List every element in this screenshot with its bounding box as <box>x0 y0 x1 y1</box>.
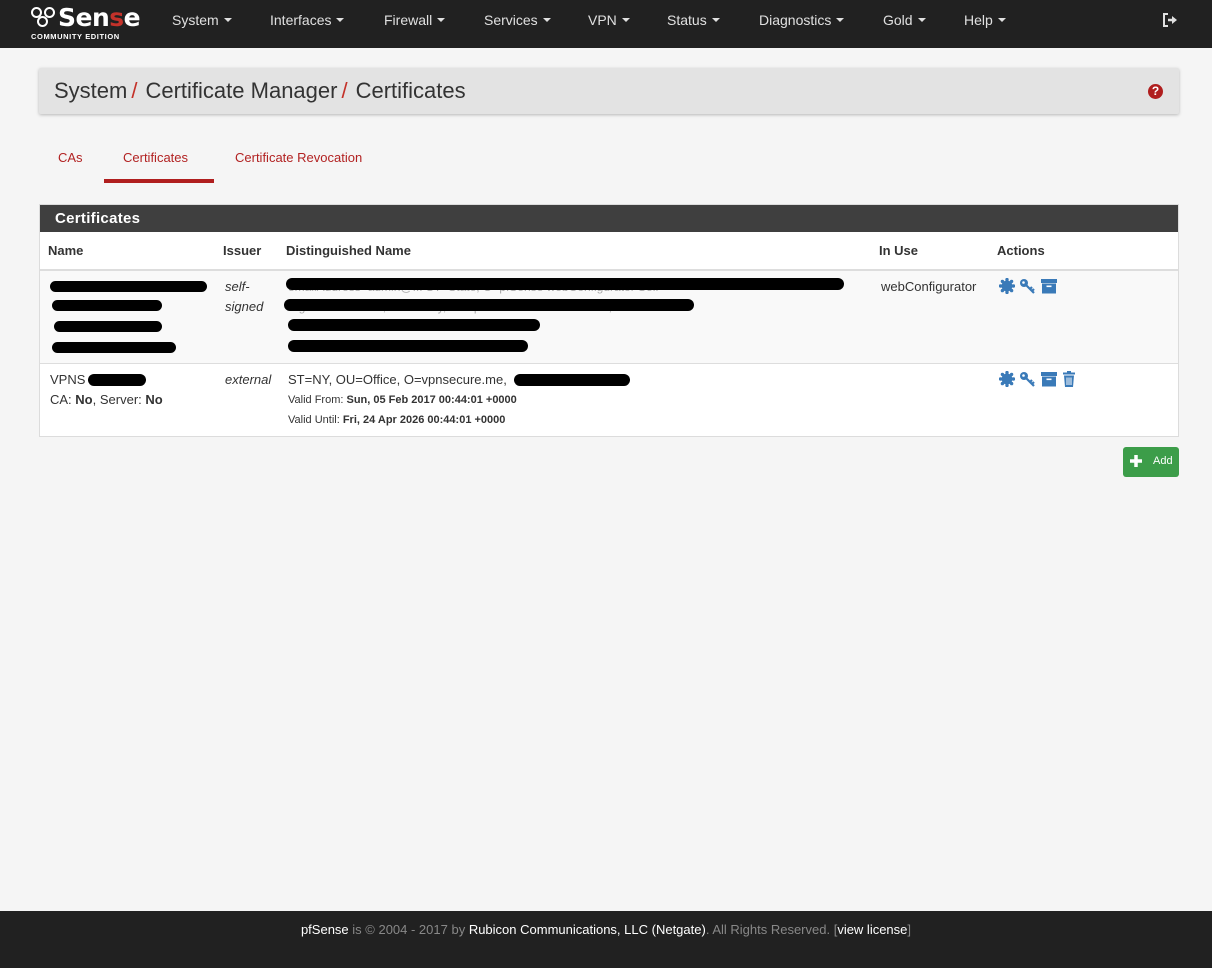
breadcrumb-certificates[interactable]: Certificates <box>356 78 466 103</box>
in-use-webconfigurator: webConfigurator <box>881 279 977 294</box>
caret-down-icon <box>621 18 630 22</box>
caret-down-icon <box>711 18 720 22</box>
col-distinguished-name: Distinguished Name <box>286 243 411 258</box>
menu-help[interactable]: Help <box>964 12 1006 28</box>
menu-firewall[interactable]: Firewall <box>384 12 446 28</box>
archive-icon[interactable] <box>1041 371 1057 387</box>
archive-icon[interactable] <box>1041 278 1057 294</box>
redaction <box>50 281 207 292</box>
footer-bracket: ] <box>907 922 912 937</box>
tab-certificate-revocation[interactable]: Certificate Revocation <box>235 150 362 165</box>
footer: pfSense is © 2004 - 2017 by Rubicon Comm… <box>0 911 1212 968</box>
pfsense-logo[interactable]: Sense COMMUNITY EDITION <box>30 3 141 42</box>
col-in-use: In Use <box>879 243 919 258</box>
menu-interfaces[interactable]: Interfaces <box>270 12 345 28</box>
plus-icon <box>1130 455 1142 467</box>
menu-status[interactable]: Status <box>667 12 720 28</box>
issuer-external: external <box>225 372 272 387</box>
panel-title: Certificates <box>55 210 141 227</box>
redaction <box>286 278 844 290</box>
redaction <box>52 300 162 311</box>
caret-down-icon <box>997 18 1006 22</box>
logout-icon[interactable] <box>1162 12 1178 28</box>
issuer-self-signed: self-signed <box>225 279 264 314</box>
export-certificate-icon[interactable] <box>999 371 1015 387</box>
tab-cas[interactable]: CAs <box>58 150 83 165</box>
export-certificate-icon[interactable] <box>999 278 1015 294</box>
footer-text: pfSense is © 2004 - 2017 by Rubicon Comm… <box>0 922 1212 937</box>
tab-certificates[interactable]: Certificates <box>123 150 188 165</box>
view-license-link[interactable]: view license <box>837 922 907 937</box>
menu-vpn[interactable]: VPN <box>588 12 630 28</box>
menu-system[interactable]: System <box>172 12 232 28</box>
active-tab-indicator <box>104 179 214 183</box>
panel-heading: Certificates <box>40 205 1178 232</box>
export-key-icon[interactable] <box>1019 371 1035 387</box>
logo-wordmark: Sense <box>58 3 141 32</box>
caret-down-icon <box>437 18 446 22</box>
dn-value: ST=NY, OU=Office, O=vpnsecure.me, <box>288 372 507 387</box>
col-actions: Actions <box>997 243 1045 258</box>
redaction <box>88 374 146 386</box>
col-issuer: Issuer <box>223 243 262 258</box>
add-button[interactable]: Add <box>1123 447 1179 477</box>
footer-company-link[interactable]: Rubicon Communications, LLC (Netgate) <box>469 922 706 937</box>
caret-down-icon <box>917 18 926 22</box>
breadcrumb: System / Certificate Manager / Certificates <box>54 78 466 104</box>
caret-down-icon <box>836 18 845 22</box>
col-name: Name <box>48 243 84 258</box>
valid-from: Valid From: Sun, 05 Feb 2017 00:44:01 +0… <box>288 394 517 406</box>
menu-diagnostics[interactable]: Diagnostics <box>759 12 845 28</box>
caret-down-icon <box>336 18 345 22</box>
export-key-icon[interactable] <box>1019 278 1035 294</box>
cert-name: VPNS <box>50 372 86 387</box>
redaction <box>514 374 630 386</box>
help-icon[interactable]: ? <box>1148 84 1163 99</box>
breadcrumb-separator: / <box>341 78 348 103</box>
caret-down-icon <box>542 18 551 22</box>
logo-subtitle: COMMUNITY EDITION <box>31 32 120 41</box>
add-button-label: Add <box>1153 455 1173 467</box>
top-navbar: Sense COMMUNITY EDITION System Interface… <box>0 0 1212 48</box>
valid-until: Valid Until: Fri, 24 Apr 2026 00:44:01 +… <box>288 414 506 426</box>
redaction <box>54 321 162 332</box>
redaction <box>52 342 176 353</box>
footer-rights: . All Rights Reserved. [ <box>705 922 838 937</box>
menu-gold[interactable]: Gold <box>883 12 926 28</box>
trash-icon[interactable] <box>1061 371 1077 387</box>
cert-flags: CA: No, Server: No <box>50 392 163 407</box>
redaction <box>288 340 528 352</box>
breadcrumb-separator: / <box>131 78 138 103</box>
footer-brand: pfSense <box>300 922 349 937</box>
redaction <box>288 319 540 331</box>
logo-circle-icon <box>37 16 48 27</box>
row-divider <box>40 363 1178 364</box>
menu-services[interactable]: Services <box>484 12 551 28</box>
breadcrumb-system[interactable]: System <box>54 78 127 103</box>
breadcrumb-panel: System / Certificate Manager / Certificates … <box>39 68 1179 114</box>
caret-down-icon <box>223 18 232 22</box>
certificates-panel: Certificates Name Issuer Distinguished N… <box>39 204 1179 437</box>
footer-copyright: is © 2004 - 2017 by <box>348 922 469 937</box>
breadcrumb-certificate-manager[interactable]: Certificate Manager <box>145 78 337 103</box>
redaction <box>284 299 694 311</box>
